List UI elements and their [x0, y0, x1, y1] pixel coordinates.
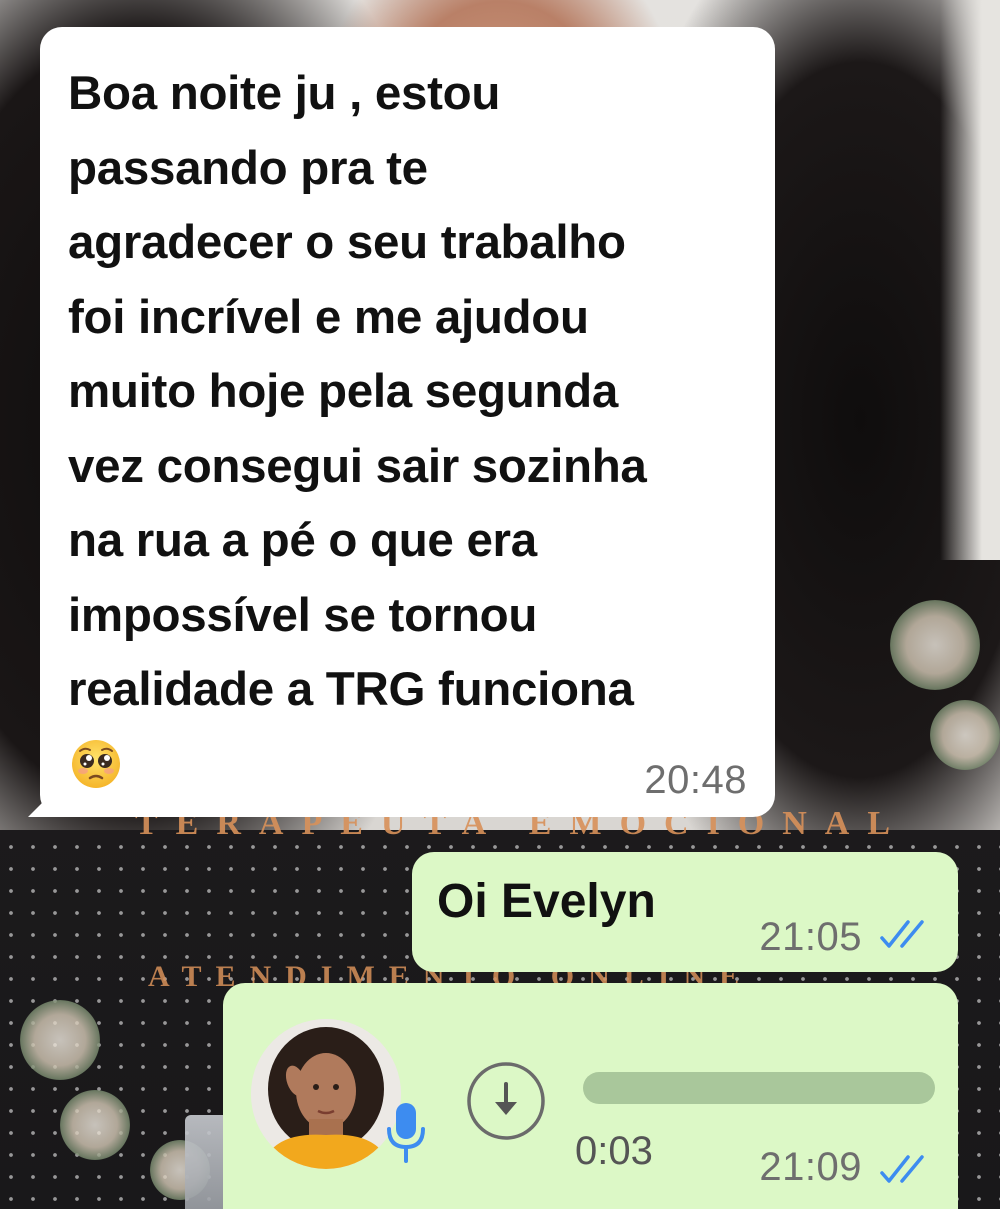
sender-avatar	[251, 1019, 401, 1169]
double-check-read-icon	[880, 1155, 924, 1183]
message-timestamp: 21:09	[759, 1145, 862, 1189]
double-check-read-icon	[880, 920, 924, 948]
avatar-photo	[251, 1019, 401, 1169]
wallpaper-flower	[890, 600, 980, 690]
wallpaper-device-edge	[185, 1115, 227, 1209]
wallpaper-flower	[60, 1090, 130, 1160]
wallpaper-flower	[20, 1000, 100, 1080]
message-timestamp: 21:05	[759, 915, 862, 959]
audio-duration: 0:03	[575, 1129, 653, 1173]
incoming-message-text: Boa noite ju , estou passando pra te agr…	[68, 67, 647, 716]
download-arrow-icon[interactable]	[465, 1060, 547, 1142]
wallpaper-backdrop	[940, 0, 1000, 560]
outgoing-message-bubble[interactable]: Oi Evelyn 21:05	[412, 852, 958, 972]
voice-message-bubble[interactable]: 0:03 21:09	[223, 983, 958, 1209]
audio-progress-bar[interactable]	[583, 1072, 935, 1104]
message-timestamp: 20:48	[644, 758, 747, 802]
incoming-message-bubble[interactable]: Boa noite ju , estou passando pra te agr…	[28, 27, 775, 817]
microphone-icon	[387, 1103, 425, 1163]
pleading-face-emoji	[72, 739, 120, 788]
outgoing-message-text: Oi Evelyn	[437, 875, 656, 928]
wallpaper-flower	[930, 700, 1000, 770]
